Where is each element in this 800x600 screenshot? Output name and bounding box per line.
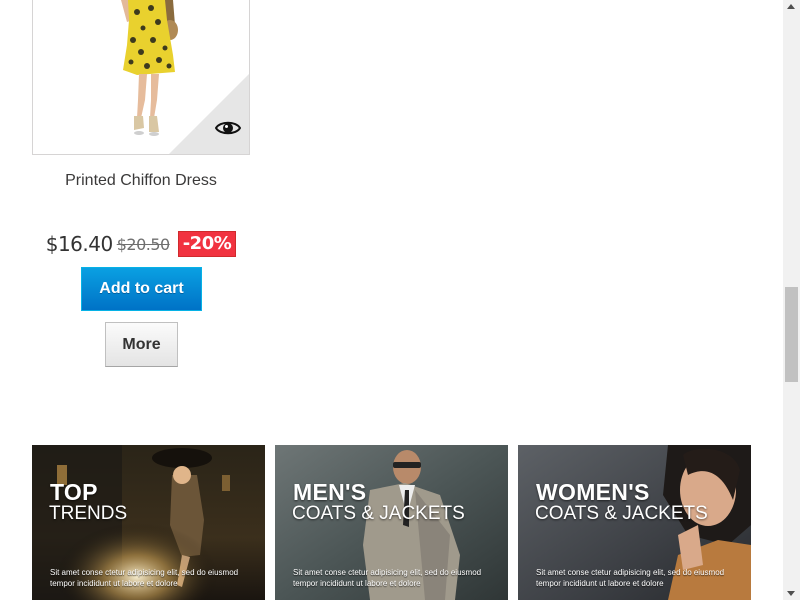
banner-mens-coats[interactable]: MEN'S COATS & JACKETS Sit amet conse cte…	[275, 445, 508, 600]
scroll-down-arrow-icon[interactable]	[787, 591, 795, 596]
product-name-link[interactable]: Printed Chiffon Dress	[32, 171, 250, 191]
quick-view-corner[interactable]	[169, 74, 249, 154]
banner-subtitle: COATS & JACKETS	[292, 503, 465, 524]
banner-description: Sit amet conse ctetur adipisicing elit, …	[50, 568, 239, 588]
banner-description: Sit amet conse ctetur adipisicing elit, …	[293, 568, 482, 588]
banner-description: Sit amet conse ctetur adipisicing elit, …	[536, 568, 725, 588]
scroll-thumb[interactable]	[785, 287, 798, 382]
banner-womens-coats[interactable]: WOMEN'S COATS & JACKETS Sit amet conse c…	[518, 445, 751, 600]
eye-icon[interactable]	[215, 119, 241, 137]
banner-top-trends[interactable]: TOP TRENDS Sit amet conse ctetur adipisi…	[32, 445, 265, 600]
more-button[interactable]: More	[105, 322, 178, 367]
product-image-container[interactable]	[32, 0, 250, 155]
price-row: $16.40 $20.50 -20%	[32, 231, 250, 257]
banner-title: TOP	[50, 479, 98, 505]
product-price: $16.40	[45, 232, 113, 256]
discount-badge: -20%	[177, 231, 237, 257]
add-to-cart-button[interactable]: Add to cart	[81, 267, 202, 311]
scroll-up-arrow-icon[interactable]	[787, 4, 795, 9]
banner-subtitle: TRENDS	[49, 503, 128, 524]
banner-title: MEN'S	[293, 479, 367, 505]
banner-subtitle: COATS & JACKETS	[535, 503, 708, 524]
old-price: $20.50	[116, 234, 170, 254]
vertical-scrollbar[interactable]	[783, 0, 800, 600]
banner-title: WOMEN'S	[536, 479, 650, 505]
